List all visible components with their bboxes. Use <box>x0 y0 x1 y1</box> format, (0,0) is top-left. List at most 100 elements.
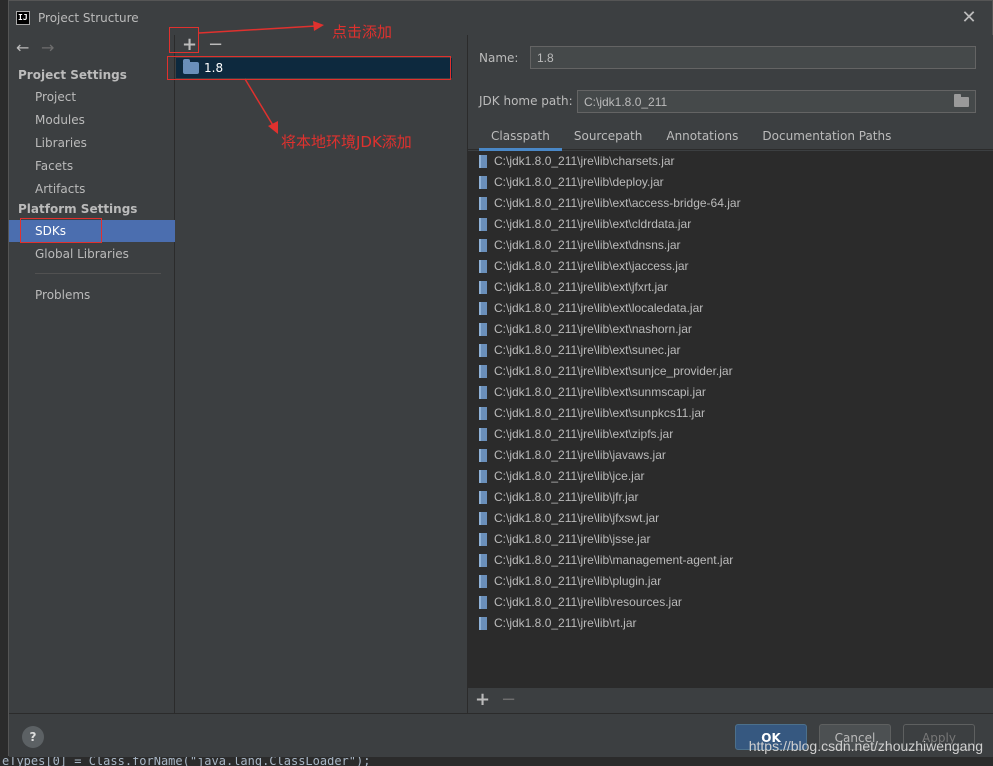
classpath-entry: C:\jdk1.8.0_211\jre\lib\jce.jar <box>494 469 645 483</box>
title-bar: IJ Project Structure ✕ <box>9 1 993 35</box>
jar-icon <box>479 176 487 189</box>
jar-icon <box>479 617 487 630</box>
classpath-row[interactable]: C:\jdk1.8.0_211\jre\lib\ext\sunec.jar <box>468 340 993 361</box>
classpath-row[interactable]: C:\jdk1.8.0_211\jre\lib\jfxswt.jar <box>468 508 993 529</box>
classpath-row[interactable]: C:\jdk1.8.0_211\jre\lib\ext\sunpkcs11.ja… <box>468 403 993 424</box>
jar-icon <box>479 533 487 546</box>
classpath-row[interactable]: C:\jdk1.8.0_211\jre\lib\ext\cldrdata.jar <box>468 214 993 235</box>
jar-icon <box>479 512 487 525</box>
nav-item-project[interactable]: Project <box>9 86 175 108</box>
jar-icon <box>479 491 487 504</box>
tab-annotations[interactable]: Annotations <box>654 124 750 150</box>
classpath-row[interactable]: C:\jdk1.8.0_211\jre\lib\ext\access-bridg… <box>468 193 993 214</box>
jdk-home-path-input[interactable] <box>577 90 976 113</box>
classpath-entry: C:\jdk1.8.0_211\jre\lib\management-agent… <box>494 553 734 567</box>
classpath-row[interactable]: C:\jdk1.8.0_211\jre\lib\plugin.jar <box>468 571 993 592</box>
dialog-title: Project Structure <box>38 11 139 25</box>
classpath-row[interactable]: C:\jdk1.8.0_211\jre\lib\management-agent… <box>468 550 993 571</box>
classpath-row[interactable]: C:\jdk1.8.0_211\jre\lib\ext\sunjce_provi… <box>468 361 993 382</box>
nav-item-artifacts[interactable]: Artifacts <box>9 178 175 200</box>
classpath-row[interactable]: C:\jdk1.8.0_211\jre\lib\rt.jar <box>468 613 993 634</box>
classpath-entry: C:\jdk1.8.0_211\jre\lib\ext\nashorn.jar <box>494 322 692 336</box>
classpath-entry: C:\jdk1.8.0_211\jre\lib\charsets.jar <box>494 154 675 168</box>
browse-folder-icon[interactable] <box>954 94 970 107</box>
nav-item-global-libraries[interactable]: Global Libraries <box>9 243 175 265</box>
jar-icon <box>479 428 487 441</box>
classpath-entry: C:\jdk1.8.0_211\jre\lib\ext\sunpkcs11.ja… <box>494 406 706 420</box>
nav-item-facets[interactable]: Facets <box>9 155 175 177</box>
jar-icon <box>479 197 487 210</box>
classpath-row[interactable]: C:\jdk1.8.0_211\jre\lib\ext\nashorn.jar <box>468 319 993 340</box>
background-editor-code: eTypes[0] = Class.forName("java.lang.Cla… <box>0 756 993 766</box>
name-label: Name: <box>479 51 519 65</box>
classpath-entry: C:\jdk1.8.0_211\jre\lib\plugin.jar <box>494 574 662 588</box>
classpath-row[interactable]: C:\jdk1.8.0_211\jre\lib\ext\dnsns.jar <box>468 235 993 256</box>
classpath-entry: C:\jdk1.8.0_211\jre\lib\ext\access-bridg… <box>494 196 741 210</box>
back-arrow-icon[interactable]: ← <box>16 38 29 57</box>
classpath-row[interactable]: C:\jdk1.8.0_211\jre\lib\ext\sunmscapi.ja… <box>468 382 993 403</box>
classpath-row[interactable]: C:\jdk1.8.0_211\jre\lib\ext\jfxrt.jar <box>468 277 993 298</box>
jar-icon <box>479 407 487 420</box>
tab-sourcepath[interactable]: Sourcepath <box>562 124 655 150</box>
jar-icon <box>479 386 487 399</box>
help-button[interactable]: ? <box>22 726 44 748</box>
classpath-row[interactable]: C:\jdk1.8.0_211\jre\lib\ext\jaccess.jar <box>468 256 993 277</box>
classpath-row[interactable]: C:\jdk1.8.0_211\jre\lib\resources.jar <box>468 592 993 613</box>
annotation-add-local-jdk: 将本地环境JDK添加 <box>281 133 412 151</box>
classpath-entry: C:\jdk1.8.0_211\jre\lib\ext\sunmscapi.ja… <box>494 385 706 399</box>
classpath-entry: C:\jdk1.8.0_211\jre\lib\jfr.jar <box>494 490 639 504</box>
project-structure-dialog: IJ Project Structure ✕ ← → Project Setti… <box>8 0 993 757</box>
classpath-entry: C:\jdk1.8.0_211\jre\lib\deploy.jar <box>494 175 664 189</box>
jar-icon <box>479 470 487 483</box>
platform-settings-header: Platform Settings <box>18 202 138 216</box>
classpath-toolbar: + − <box>468 687 993 713</box>
sdk-list-toolbar: + − <box>176 34 468 57</box>
classpath-row[interactable]: C:\jdk1.8.0_211\jre\lib\ext\localedata.j… <box>468 298 993 319</box>
nav-item-problems[interactable]: Problems <box>9 284 175 306</box>
jar-icon <box>479 281 487 294</box>
background-editor-strip <box>0 0 8 766</box>
annotation-box-add <box>169 27 199 53</box>
jar-icon <box>479 344 487 357</box>
jar-icon <box>479 239 487 252</box>
settings-nav: ← → Project Settings Project Modules Lib… <box>9 35 175 713</box>
jar-icon <box>479 575 487 588</box>
close-icon[interactable]: ✕ <box>960 9 978 27</box>
classpath-row[interactable]: C:\jdk1.8.0_211\jre\lib\jfr.jar <box>468 487 993 508</box>
jar-icon <box>479 323 487 336</box>
intellij-app-icon: IJ <box>16 11 30 25</box>
classpath-row[interactable]: C:\jdk1.8.0_211\jre\lib\jce.jar <box>468 466 993 487</box>
classpath-row[interactable]: C:\jdk1.8.0_211\jre\lib\jsse.jar <box>468 529 993 550</box>
remove-sdk-icon[interactable]: − <box>208 34 223 55</box>
add-classpath-icon[interactable]: + <box>475 689 490 710</box>
sdk-name-input[interactable] <box>530 46 976 69</box>
annotation-box-sdk <box>167 56 451 80</box>
classpath-entry: C:\jdk1.8.0_211\jre\lib\resources.jar <box>494 595 682 609</box>
annotation-click-add: 点击添加 <box>332 23 393 41</box>
classpath-entry: C:\jdk1.8.0_211\jre\lib\ext\sunec.jar <box>494 343 681 357</box>
watermark: https://blog.csdn.net/zhouzhiwengang <box>748 738 983 754</box>
sdk-details-panel: Name: JDK home path: Classpath Sourcepat… <box>468 35 993 713</box>
classpath-entry: C:\jdk1.8.0_211\jre\lib\ext\sunjce_provi… <box>494 364 733 378</box>
forward-arrow-icon: → <box>41 38 55 57</box>
classpath-row[interactable]: C:\jdk1.8.0_211\jre\lib\javaws.jar <box>468 445 993 466</box>
classpath-row[interactable]: C:\jdk1.8.0_211\jre\lib\deploy.jar <box>468 172 993 193</box>
jar-icon <box>479 365 487 378</box>
tab-documentation-paths[interactable]: Documentation Paths <box>750 124 903 150</box>
nav-item-modules[interactable]: Modules <box>9 109 175 131</box>
jar-icon <box>479 596 487 609</box>
classpath-list: C:\jdk1.8.0_211\jre\lib\charsets.jar C:\j… <box>468 151 993 687</box>
jar-icon <box>479 260 487 273</box>
jar-icon <box>479 218 487 231</box>
jdk-home-path-label: JDK home path: <box>479 94 573 108</box>
classpath-row[interactable]: C:\jdk1.8.0_211\jre\lib\charsets.jar <box>468 151 993 172</box>
classpath-entry: C:\jdk1.8.0_211\jre\lib\ext\dnsns.jar <box>494 238 681 252</box>
classpath-entry: C:\jdk1.8.0_211\jre\lib\ext\jfxrt.jar <box>494 280 668 294</box>
classpath-entry: C:\jdk1.8.0_211\jre\lib\ext\jaccess.jar <box>494 259 689 273</box>
sdk-tabs: Classpath Sourcepath Annotations Documen… <box>468 124 993 151</box>
nav-item-libraries[interactable]: Libraries <box>9 132 175 154</box>
classpath-entry: C:\jdk1.8.0_211\jre\lib\ext\zipfs.jar <box>494 427 674 441</box>
classpath-row[interactable]: C:\jdk1.8.0_211\jre\lib\ext\zipfs.jar <box>468 424 993 445</box>
tab-classpath[interactable]: Classpath <box>479 124 562 151</box>
remove-classpath-icon: − <box>501 689 517 710</box>
